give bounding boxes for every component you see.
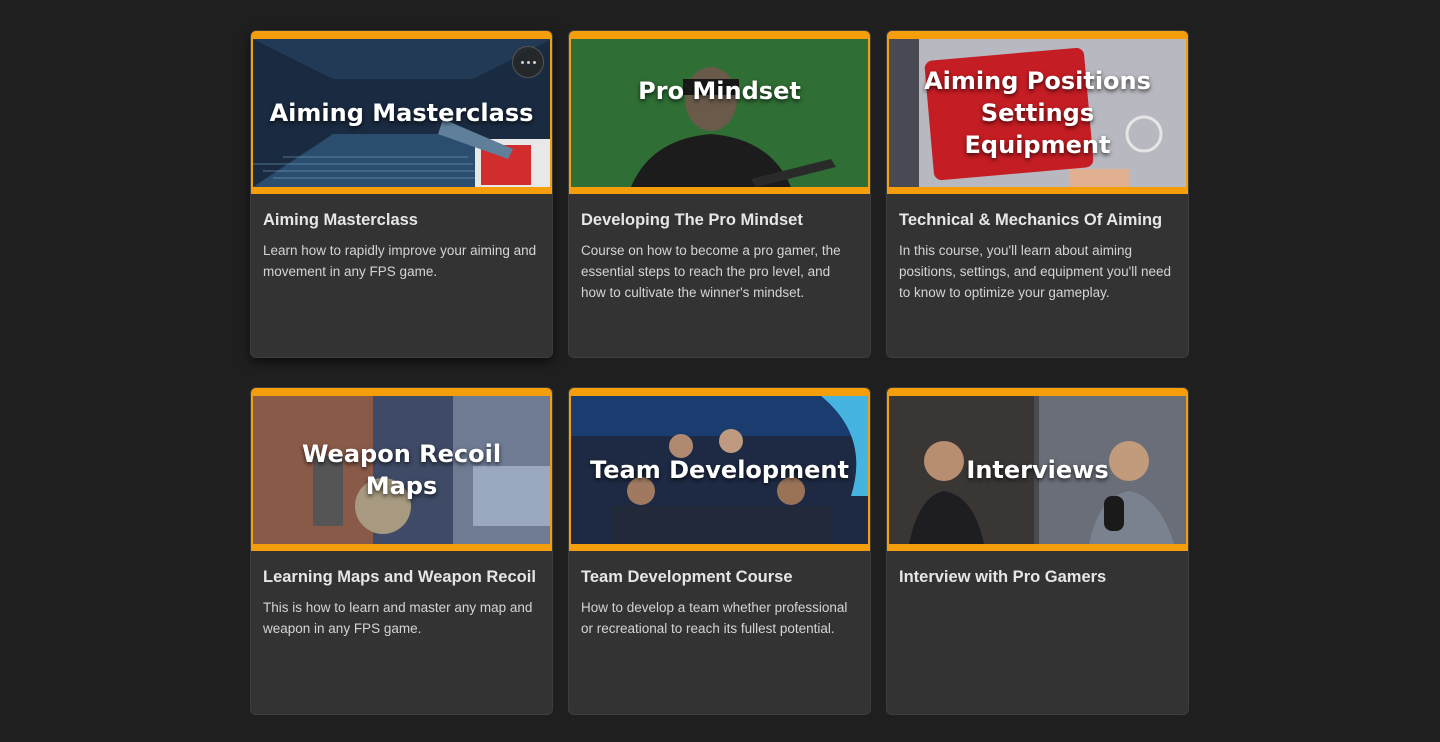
course-card-interviews[interactable]: Interviews Interview with Pro Gamers xyxy=(886,387,1189,715)
course-description: Course on how to become a pro gamer, the… xyxy=(581,243,841,300)
more-options-button[interactable] xyxy=(512,46,544,78)
course-title[interactable]: Interview with Pro Gamers xyxy=(899,568,1176,587)
more-dot xyxy=(532,60,536,64)
course-card-body: Interview with Pro Gamers xyxy=(887,551,1188,587)
thumbnail-title: Interviews xyxy=(966,456,1109,484)
thumbnail-title: Aiming Masterclass xyxy=(269,99,534,127)
course-grid: Aiming Masterclass Aiming Masterclass Le… xyxy=(250,30,1190,715)
course-title[interactable]: Team Development Course xyxy=(581,568,858,587)
course-card-aiming-masterclass[interactable]: Aiming Masterclass Aiming Masterclass Le… xyxy=(250,30,553,358)
course-card-body: Technical & Mechanics Of Aiming In this … xyxy=(887,194,1188,303)
thumbnail-title: Team Development xyxy=(590,456,849,484)
course-card-body: Developing The Pro Mindset Course on how… xyxy=(569,194,870,303)
course-card-body: Learning Maps and Weapon Recoil This is … xyxy=(251,551,552,639)
course-card-technical-aiming[interactable]: Aiming Positions Settings Equipment Tech… xyxy=(886,30,1189,358)
course-description: This is how to learn and master any map … xyxy=(263,600,533,636)
course-card-team-development[interactable]: Team Development Team Development Course… xyxy=(568,387,871,715)
course-title[interactable]: Developing The Pro Mindset xyxy=(581,211,858,230)
course-thumbnail[interactable]: Team Development xyxy=(569,388,870,551)
course-card-pro-mindset[interactable]: Pro Mindset Developing The Pro Mindset C… xyxy=(568,30,871,358)
course-thumbnail[interactable]: Aiming Masterclass xyxy=(251,31,552,194)
course-title[interactable]: Technical & Mechanics Of Aiming xyxy=(899,211,1176,230)
course-description: Learn how to rapidly improve your aiming… xyxy=(263,243,537,279)
course-title[interactable]: Learning Maps and Weapon Recoil xyxy=(263,568,540,587)
course-thumbnail[interactable]: Aiming Positions Settings Equipment xyxy=(887,31,1188,194)
thumbnail-title: Pro Mindset xyxy=(638,77,801,105)
thumbnail-title: Weapon Recoil Maps xyxy=(301,440,502,500)
course-thumbnail[interactable]: Interviews xyxy=(887,388,1188,551)
thumbnail-title: Aiming Positions Settings Equipment xyxy=(924,67,1151,159)
course-card-maps-recoil[interactable]: Weapon Recoil Maps Learning Maps and Wea… xyxy=(250,387,553,715)
more-horizontal-icon xyxy=(520,60,524,64)
more-dot xyxy=(526,60,530,64)
course-description: In this course, you'll learn about aimin… xyxy=(899,243,1172,300)
course-thumbnail[interactable]: Pro Mindset xyxy=(569,31,870,194)
course-card-body: Aiming Masterclass Learn how to rapidly … xyxy=(251,194,552,282)
course-card-body: Team Development Course How to develop a… xyxy=(569,551,870,639)
course-title[interactable]: Aiming Masterclass xyxy=(263,211,540,230)
course-thumbnail[interactable]: Weapon Recoil Maps xyxy=(251,388,552,551)
course-description: How to develop a team whether profession… xyxy=(581,600,848,636)
